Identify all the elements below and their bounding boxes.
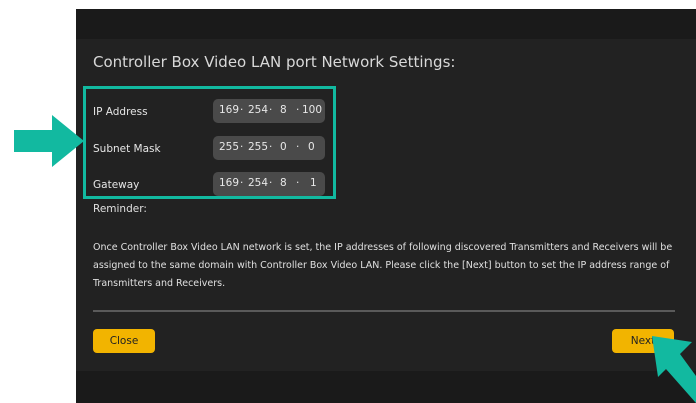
ip-address-octet-2[interactable]: 254 [248,104,268,116]
octet-separator: · [269,141,273,153]
octet-separator: · [240,104,244,116]
gateway-input[interactable]: 169 · 254 · 8 · 1 [213,172,325,196]
arrow-right-icon [14,115,84,167]
octet-separator: · [269,104,273,116]
subnet-mask-octet-1[interactable]: 255 [219,141,239,153]
reminder-label: Reminder: [93,203,147,215]
gateway-octet-1[interactable]: 169 [219,177,239,189]
divider [93,310,675,312]
gateway-label: Gateway [93,179,140,191]
dialog-top-bar [76,9,696,39]
subnet-mask-octet-3[interactable]: 0 [280,141,287,153]
reminder-text: Once Controller Box Video LAN network is… [93,242,673,289]
subnet-mask-octet-2[interactable]: 255 [248,141,268,153]
octet-separator: · [296,104,300,116]
screenshot-stage: Controller Box Video LAN port Network Se… [0,0,696,403]
ip-address-octet-3[interactable]: 8 [280,104,287,116]
octet-separator: · [240,177,244,189]
ip-address-octet-1[interactable]: 169 [219,104,239,116]
arrow-up-left-icon [652,336,696,403]
octet-separator: · [296,141,300,153]
octet-separator: · [240,141,244,153]
subnet-mask-input[interactable]: 255 · 255 · 0 · 0 [213,136,325,160]
octet-separator: · [269,177,273,189]
gateway-octet-4[interactable]: 1 [310,177,317,189]
ip-address-input[interactable]: 169 · 254 · 8 · 100 [213,99,325,123]
subnet-mask-octet-4[interactable]: 0 [308,141,315,153]
ip-address-octet-4[interactable]: 100 [302,104,322,116]
octet-separator: · [296,177,300,189]
dialog-title: Controller Box Video LAN port Network Se… [93,53,456,71]
gateway-octet-2[interactable]: 254 [248,177,268,189]
subnet-mask-label: Subnet Mask [93,143,161,155]
ip-address-label: IP Address [93,106,148,118]
dialog-bottom-bar [76,371,696,403]
gateway-octet-3[interactable]: 8 [280,177,287,189]
close-button[interactable]: Close [93,329,155,353]
network-settings-dialog: Controller Box Video LAN port Network Se… [76,9,696,403]
